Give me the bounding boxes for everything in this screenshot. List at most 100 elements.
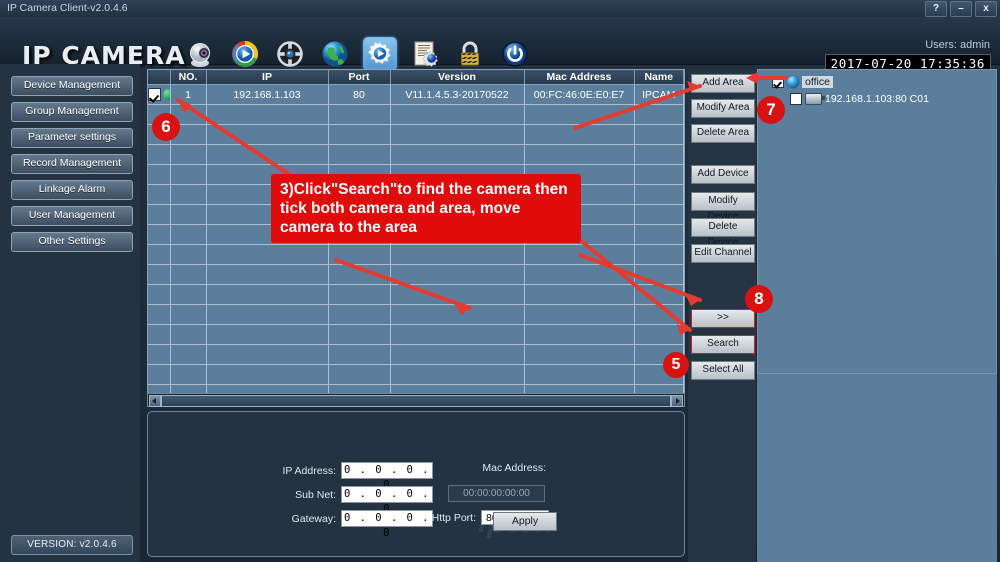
table-row-empty[interactable] bbox=[148, 124, 684, 145]
power-icon[interactable] bbox=[498, 37, 532, 71]
delete-area-button[interactable]: Delete Area bbox=[691, 124, 755, 143]
title-bar: IP Camera Client-v2.0.4.6 ? – x bbox=[0, 0, 1000, 18]
cell-empty bbox=[328, 104, 391, 125]
add-device-button[interactable]: Add Device bbox=[691, 165, 755, 184]
table-row-empty[interactable] bbox=[148, 344, 684, 365]
scroll-right-arrow-icon[interactable] bbox=[671, 395, 683, 407]
tree-area-checkbox[interactable] bbox=[772, 76, 784, 88]
cell-empty bbox=[328, 244, 391, 265]
application-window: IP Camera Client-v2.0.4.6 ? – x IP CAMER… bbox=[0, 0, 1000, 562]
sidebar-item-parameter-settings[interactable]: Parameter settings bbox=[11, 128, 133, 148]
column-header-checkbox[interactable] bbox=[148, 70, 171, 85]
cell-empty bbox=[148, 264, 171, 285]
globe-icon[interactable] bbox=[318, 37, 352, 71]
table-row-empty[interactable] bbox=[148, 304, 684, 325]
table-row-empty[interactable] bbox=[148, 284, 684, 305]
cell-empty bbox=[390, 244, 525, 265]
add-area-button[interactable]: Add Area bbox=[691, 74, 755, 93]
tree-node-camera[interactable]: 192.168.1.103:80 C01 bbox=[790, 92, 996, 106]
ip-address-label: IP Address: bbox=[282, 464, 336, 477]
column-header-ip[interactable]: IP bbox=[206, 70, 329, 85]
lock-icon[interactable] bbox=[453, 37, 487, 71]
edit-channel-button[interactable]: Edit Channel bbox=[691, 244, 755, 263]
scroll-left-arrow-icon[interactable] bbox=[149, 395, 161, 407]
help-button[interactable]: ? bbox=[925, 1, 947, 17]
tree-node-area[interactable]: office bbox=[772, 75, 996, 89]
scrollbar-thumb[interactable] bbox=[161, 395, 671, 407]
table-row-empty[interactable] bbox=[148, 104, 684, 125]
camera-icon bbox=[805, 93, 825, 105]
cell-empty bbox=[524, 304, 635, 325]
search-button[interactable]: Search bbox=[691, 335, 755, 354]
cell-empty bbox=[170, 204, 207, 225]
cell-empty bbox=[524, 104, 635, 125]
cell-empty bbox=[328, 304, 391, 325]
table-row[interactable]: 1 192.168.1.103 80 V11.1.4.5.3-20170522 00:F… bbox=[148, 84, 684, 105]
row-checkbox-cell[interactable] bbox=[148, 84, 171, 105]
cell-empty bbox=[634, 284, 684, 305]
cell-empty bbox=[634, 264, 684, 285]
move-to-area-button[interactable]: >> bbox=[691, 309, 755, 328]
tree-camera-label: 192.168.1.103:80 C01 bbox=[825, 93, 929, 105]
sidebar-item-other-settings[interactable]: Other Settings bbox=[11, 232, 133, 252]
column-header-mac[interactable]: Mac Address bbox=[524, 70, 635, 85]
cell-empty bbox=[524, 284, 635, 305]
column-header-no[interactable]: NO. bbox=[170, 70, 207, 85]
apply-button[interactable]: Apply bbox=[493, 512, 557, 531]
cell-no: 1 bbox=[170, 84, 207, 105]
cell-empty bbox=[390, 264, 525, 285]
select-all-button[interactable]: Select All bbox=[691, 361, 755, 380]
sidebar-item-record-management[interactable]: Record Management bbox=[11, 154, 133, 174]
sidebar-item-device-management[interactable]: Device Management bbox=[11, 76, 133, 96]
http-port-label: Http Port: bbox=[431, 511, 476, 524]
cell-empty bbox=[206, 264, 329, 285]
cell-empty bbox=[390, 124, 525, 145]
delete-device-button[interactable]: Delete Device bbox=[691, 218, 755, 248]
cell-empty bbox=[634, 164, 684, 185]
cell-name: IPCAM bbox=[634, 84, 684, 105]
window-title: IP Camera Client-v2.0.4.6 bbox=[7, 2, 128, 14]
camera-icon[interactable] bbox=[183, 37, 217, 71]
settings-gear-icon[interactable] bbox=[363, 37, 397, 71]
mac-address-field: 00:00:00:00:00 bbox=[448, 485, 545, 502]
table-row-empty[interactable] bbox=[148, 264, 684, 285]
playback-icon[interactable] bbox=[228, 37, 262, 71]
ptz-wheel-icon[interactable] bbox=[273, 37, 307, 71]
cell-empty bbox=[206, 344, 329, 365]
window-controls: ? – x bbox=[925, 1, 997, 17]
table-row-empty[interactable] bbox=[148, 244, 684, 265]
cell-empty bbox=[148, 204, 171, 225]
cell-empty bbox=[170, 324, 207, 345]
cell-empty bbox=[390, 304, 525, 325]
minimize-button[interactable]: – bbox=[950, 1, 972, 17]
cell-empty bbox=[170, 344, 207, 365]
cell-empty bbox=[148, 184, 171, 205]
sidebar-item-user-management[interactable]: User Management bbox=[11, 206, 133, 226]
cell-empty bbox=[148, 224, 171, 245]
table-row-empty[interactable] bbox=[148, 144, 684, 165]
log-document-icon[interactable] bbox=[408, 37, 442, 71]
version-label: VERSION: v2.0.4.6 bbox=[11, 535, 133, 555]
sidebar-item-group-management[interactable]: Group Management bbox=[11, 102, 133, 122]
table-header-row: NO. IP Port Version Mac Address Name bbox=[148, 70, 684, 85]
cell-empty bbox=[328, 284, 391, 305]
table-row-empty[interactable] bbox=[148, 364, 684, 385]
column-header-version[interactable]: Version bbox=[390, 70, 525, 85]
sidebar-item-linkage-alarm[interactable]: Linkage Alarm bbox=[11, 180, 133, 200]
cell-empty bbox=[328, 264, 391, 285]
modify-area-button[interactable]: Modify Area bbox=[691, 99, 755, 118]
cell-empty bbox=[524, 124, 635, 145]
column-header-name[interactable]: Name bbox=[634, 70, 684, 85]
row-checkbox[interactable] bbox=[148, 88, 161, 101]
cell-empty bbox=[390, 284, 525, 305]
cell-empty bbox=[170, 264, 207, 285]
tree-camera-checkbox[interactable] bbox=[790, 93, 802, 105]
modify-device-button[interactable]: Modify Device bbox=[691, 192, 755, 222]
column-header-port[interactable]: Port bbox=[328, 70, 391, 85]
table-horizontal-scrollbar[interactable] bbox=[147, 393, 685, 407]
sub-net-label: Sub Net: bbox=[295, 488, 336, 501]
device-tree-panel[interactable]: office 192.168.1.103:80 C01 bbox=[757, 69, 997, 374]
table-row-empty[interactable] bbox=[148, 324, 684, 345]
close-button[interactable]: x bbox=[975, 1, 997, 17]
cell-empty bbox=[524, 144, 635, 165]
